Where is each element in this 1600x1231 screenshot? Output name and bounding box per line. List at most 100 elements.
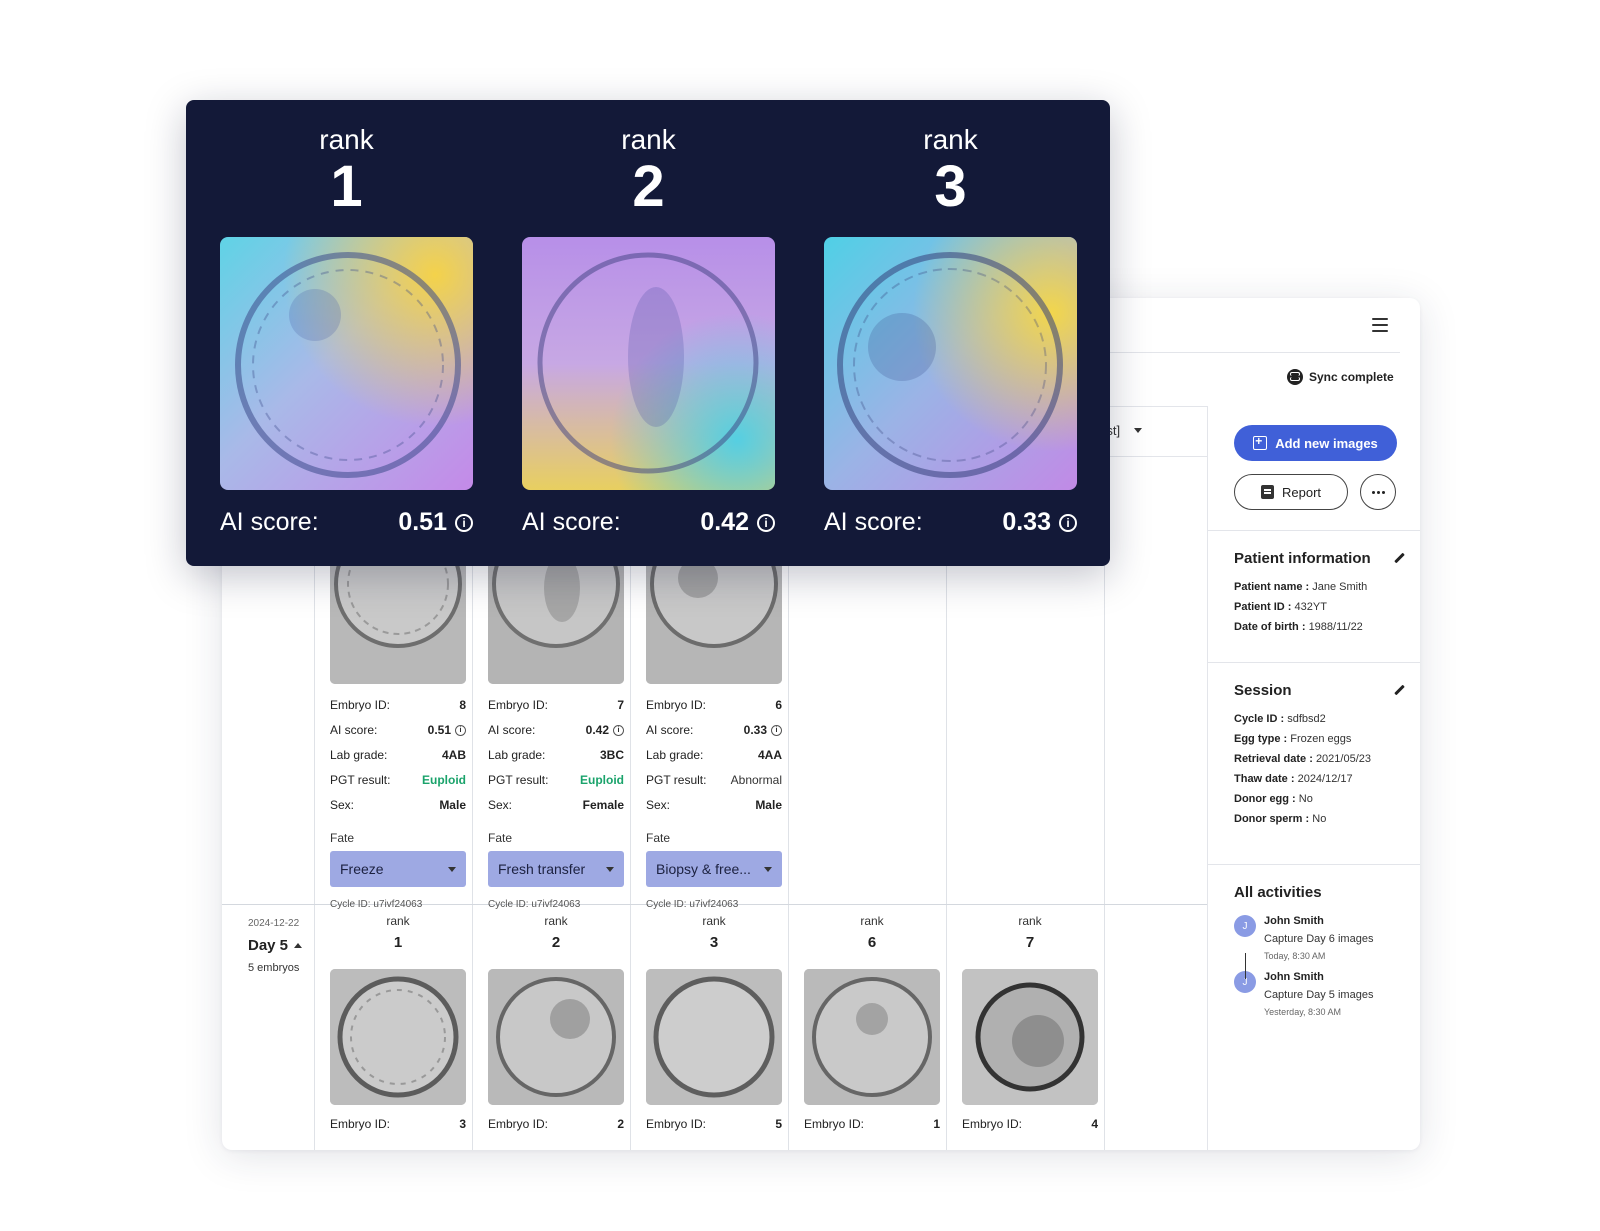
ai-score-label: AI score:	[330, 722, 378, 737]
activities-section: All activities J John Smith Capture Day …	[1234, 884, 1404, 1017]
info-icon[interactable]: i	[757, 513, 775, 532]
avatar: J	[1234, 915, 1256, 937]
report-button[interactable]: Report	[1234, 474, 1348, 510]
activity-time: Yesterday, 8:30 AM	[1264, 1007, 1342, 1017]
patient-information-section: Patient information Patient name : Jane …	[1234, 550, 1404, 633]
embryo-image[interactable]	[804, 969, 940, 1105]
ranking-item[interactable]: rank 1 AI score: 0.51 i	[220, 100, 473, 536]
add-image-icon	[1253, 434, 1268, 450]
rank-number: 3	[709, 934, 719, 951]
ai-score-row: AI score: 0.33 i	[646, 717, 782, 742]
embryo-heatmap-image[interactable]	[824, 237, 1077, 490]
embryo-image[interactable]	[646, 548, 782, 684]
embryo-heatmap-image[interactable]	[220, 237, 473, 490]
activity-item[interactable]: J John Smith Capture Day 6 images Today,…	[1234, 915, 1404, 961]
rank-number: 1	[330, 154, 363, 219]
activity-time: Today, 8:30 AM	[1264, 951, 1326, 961]
rank-label: rank	[1018, 914, 1042, 928]
rank-label: rank	[702, 914, 726, 928]
cycle-id: Cycle ID: u7ivf24063	[488, 899, 581, 910]
pgt-result-value: Abnormal	[730, 772, 782, 787]
rank-label: rank	[621, 124, 676, 155]
embryo-id-value: 4	[1091, 1116, 1098, 1131]
embryo-card[interactable]: rank 2 Embryo ID: 2	[488, 914, 624, 1136]
retrieval-date: Retrieval date : 2021/05/23	[1234, 753, 1371, 765]
fate-select-value: Biopsy & free...	[656, 861, 751, 877]
activity-user: John Smith	[1264, 971, 1324, 983]
fate-label: Fate	[646, 831, 671, 845]
embryo-id-value: 6	[775, 697, 782, 712]
day-toggle[interactable]: Day 5	[248, 937, 303, 954]
ranking-item[interactable]: rank 3 AI score: 0.33 i	[824, 100, 1077, 536]
info-icon[interactable]: i	[1059, 513, 1077, 532]
chevron-down-icon	[1134, 428, 1143, 433]
embryo-id-value: 1	[933, 1116, 940, 1131]
sex-label: Sex:	[330, 797, 355, 812]
lab-grade-value: 4AB	[441, 747, 466, 762]
report-label: Report	[1281, 484, 1322, 500]
ai-score-label: AI score:	[220, 508, 319, 536]
sync-status-label: Sync complete	[1309, 370, 1394, 384]
ai-score-value: 0.33	[743, 722, 767, 737]
embryo-image[interactable]	[488, 548, 624, 684]
activity-item[interactable]: J John Smith Capture Day 5 images Yester…	[1234, 971, 1404, 1017]
day-date: 2024-12-22	[248, 918, 300, 929]
donor-egg: Donor egg : No	[1234, 793, 1313, 805]
cycle-id: Cycle ID: u7ivf24063	[330, 899, 423, 910]
fate-select[interactable]: Fresh transfer	[488, 851, 624, 887]
ai-score-label: AI score:	[646, 722, 694, 737]
info-icon[interactable]: i	[613, 724, 624, 736]
info-icon[interactable]: i	[455, 724, 466, 736]
sex-row: Sex: Male	[330, 792, 466, 817]
embryo-image[interactable]	[330, 548, 466, 684]
embryo-card[interactable]: Embryo ID: 8 AI score: 0.51 i Lab grade: 4AB…	[330, 548, 466, 910]
fate-label: Fate	[488, 831, 513, 845]
embryo-heatmap-image[interactable]	[522, 237, 775, 490]
fate-select-value: Fresh transfer	[498, 861, 586, 877]
add-new-images-button[interactable]: Add new images	[1234, 425, 1397, 461]
embryo-image[interactable]	[962, 969, 1098, 1105]
embryo-card[interactable]: rank 3 Embryo ID: 5	[646, 914, 782, 1136]
ai-score-label: AI score:	[522, 508, 621, 536]
edit-icon[interactable]	[1393, 553, 1404, 564]
embryo-image[interactable]	[330, 969, 466, 1105]
embryo-id-row: Embryo ID: 8	[330, 692, 466, 717]
sidebar-divider	[1208, 662, 1420, 663]
pgt-result-row: PGT result: Abnormal	[646, 767, 782, 792]
fate-select[interactable]: Biopsy & free...	[646, 851, 782, 887]
ranking-item[interactable]: rank 2 AI score: 0.42 i	[522, 100, 775, 536]
embryo-image[interactable]	[488, 969, 624, 1105]
rank-label: rank	[923, 124, 978, 155]
more-options-button[interactable]	[1360, 474, 1396, 510]
date-of-birth: Date of birth : 1988/11/22	[1234, 621, 1363, 633]
embryo-card[interactable]: Embryo ID: 6 AI score: 0.33 i Lab grade: 4AA…	[646, 548, 782, 910]
embryo-id-value: 3	[459, 1116, 466, 1131]
edit-icon[interactable]	[1393, 685, 1404, 696]
patient-name: Patient name : Jane Smith	[1234, 581, 1368, 593]
add-new-images-label: Add new images	[1275, 435, 1378, 451]
embryo-id-value: 2	[617, 1116, 624, 1131]
ai-score-value: 0.51	[398, 508, 447, 536]
pgt-result-label: PGT result:	[646, 772, 707, 787]
menu-icon[interactable]	[1372, 318, 1388, 332]
report-icon	[1260, 485, 1274, 499]
embryo-card[interactable]: rank 6 Embryo ID: 1	[804, 914, 940, 1136]
day-group-header: 2024-12-22 Day 5 5 embryos	[248, 918, 303, 974]
embryo-card[interactable]: Embryo ID: 7 AI score: 0.42 i Lab grade: 3BC…	[488, 548, 624, 910]
embryo-id-label: Embryo ID:	[488, 1116, 549, 1131]
chevron-down-icon	[606, 866, 614, 872]
pgt-result-label: PGT result:	[488, 772, 549, 787]
patient-id: Patient ID : 432YT	[1234, 601, 1327, 613]
info-icon[interactable]: i	[455, 513, 473, 532]
embryo-card[interactable]: rank 7 Embryo ID: 4	[962, 914, 1098, 1136]
info-icon[interactable]: i	[771, 724, 782, 736]
rank-number: 2	[632, 154, 665, 219]
embryo-image[interactable]	[646, 969, 782, 1105]
rank-number: 1	[393, 934, 403, 951]
ai-score-value: 0.51	[427, 722, 451, 737]
pgt-result-value: Euploid	[580, 772, 624, 787]
sex-value: Male	[755, 797, 782, 812]
embryo-card[interactable]: rank 1 Embryo ID: 3	[330, 914, 466, 1136]
thaw-date: Thaw date : 2024/12/17	[1234, 773, 1353, 785]
fate-select[interactable]: Freeze	[330, 851, 466, 887]
